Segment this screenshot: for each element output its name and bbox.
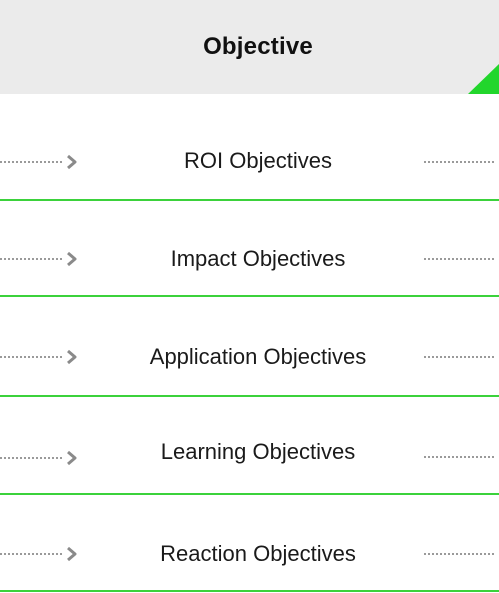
header-title: Objective bbox=[203, 33, 313, 60]
row-divider bbox=[0, 295, 499, 297]
connector-right bbox=[424, 258, 494, 260]
connector-right bbox=[424, 456, 494, 458]
corner-accent bbox=[468, 64, 499, 94]
row-divider bbox=[0, 395, 499, 397]
objective-label: Learning Objectives bbox=[160, 439, 356, 464]
row-divider bbox=[0, 590, 499, 592]
connector-right bbox=[424, 356, 494, 358]
header: Objective bbox=[0, 0, 499, 94]
connector-right bbox=[424, 161, 494, 163]
connector-right bbox=[424, 553, 494, 555]
row-divider bbox=[0, 199, 499, 201]
objective-diagram: Objective ROI Objectives Impact Objectiv… bbox=[0, 0, 499, 593]
row-divider bbox=[0, 493, 499, 495]
